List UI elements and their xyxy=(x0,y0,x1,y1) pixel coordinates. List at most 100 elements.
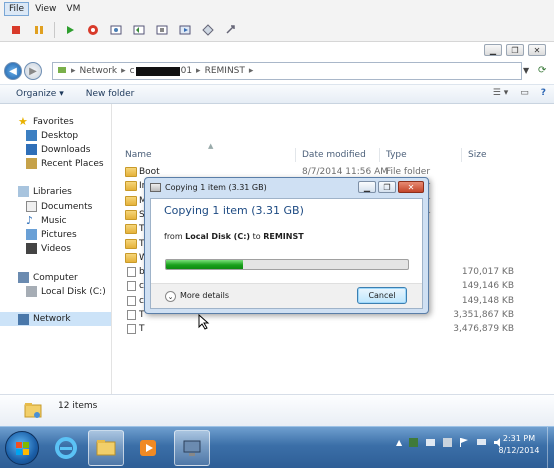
destination-location[interactable]: REMINST xyxy=(263,232,303,241)
column-divider[interactable] xyxy=(295,148,296,162)
dialog-minimize-button[interactable]: ▁ xyxy=(358,181,376,193)
to-word: to xyxy=(252,232,261,241)
ctrl-alt-del-icon[interactable] xyxy=(177,22,193,38)
change-view-icon[interactable]: ☰ ▾ xyxy=(493,88,508,98)
share-icon[interactable] xyxy=(223,22,239,38)
maximize-button[interactable]: ❐ xyxy=(506,44,524,56)
taskbar: ▲ 2:31 PM 8/12/2014 xyxy=(0,426,554,468)
nav-libraries[interactable]: Libraries xyxy=(18,186,72,197)
address-bar[interactable]: ▸ Network ▸ c 01 ▸ REMINST ▸ xyxy=(52,62,522,80)
snapshot-manager-icon[interactable] xyxy=(154,22,170,38)
security-icon[interactable] xyxy=(442,437,453,448)
pause-icon[interactable] xyxy=(31,22,47,38)
play-icon[interactable] xyxy=(62,22,78,38)
stop-icon[interactable] xyxy=(8,22,24,38)
system-clock[interactable]: 2:31 PM 8/12/2014 xyxy=(494,433,544,457)
cancel-button[interactable]: Cancel xyxy=(357,287,407,304)
organize-label: Organize xyxy=(16,89,57,99)
vertical-scrollbar[interactable] xyxy=(541,104,554,394)
nav-videos-label: Videos xyxy=(41,243,71,254)
nav-pictures[interactable]: Pictures xyxy=(26,229,77,240)
column-divider[interactable] xyxy=(379,148,380,162)
revert-icon[interactable] xyxy=(131,22,147,38)
nav-desktop[interactable]: Desktop xyxy=(26,130,78,141)
minimize-button[interactable]: ▁ xyxy=(484,44,502,56)
system-tray: ▲ xyxy=(396,437,504,448)
column-header-size[interactable]: Size xyxy=(468,150,486,160)
snapshot-icon[interactable] xyxy=(108,22,124,38)
breadcrumb-server[interactable]: c xyxy=(130,66,135,76)
dialog-maximize-button[interactable]: ❐ xyxy=(378,181,396,193)
nav-computer-label: Computer xyxy=(33,272,78,283)
nav-documents[interactable]: Documents xyxy=(26,201,92,212)
file-name: Boot xyxy=(139,167,160,177)
column-header-date[interactable]: Date modified xyxy=(302,150,366,160)
taskbar-file-explorer[interactable] xyxy=(88,430,124,466)
preview-pane-icon[interactable]: ▭ xyxy=(520,88,529,98)
nav-local-disk-label: Local Disk (C:) xyxy=(41,286,106,297)
flag-icon[interactable] xyxy=(459,437,470,448)
nav-desktop-label: Desktop xyxy=(41,130,79,141)
address-dropdown-icon[interactable]: ▼ xyxy=(523,66,529,75)
explorer-title-bar: ▁ ❐ ✕ xyxy=(0,42,554,58)
dialog-footer: ⌄ More details Cancel xyxy=(151,283,422,308)
help-icon[interactable]: ? xyxy=(541,88,546,98)
breadcrumb-reminst[interactable]: REMINST xyxy=(205,66,245,76)
copy-dialog-icon xyxy=(150,183,161,192)
clock-time: 2:31 PM xyxy=(502,434,536,443)
taskbar-media-player[interactable] xyxy=(130,430,166,466)
nav-favorites[interactable]: ★ Favorites xyxy=(18,116,74,127)
nav-local-disk[interactable]: Local Disk (C:) xyxy=(26,286,106,297)
new-folder-button[interactable]: New folder xyxy=(86,89,135,99)
copy-progress-dialog: Copying 1 item (3.31 GB) ▁ ❐ ✕ Copying 1… xyxy=(144,177,429,314)
nav-libraries-label: Libraries xyxy=(33,186,72,197)
nav-network[interactable]: Network xyxy=(0,312,111,326)
nav-computer[interactable]: Computer xyxy=(18,272,78,283)
nav-downloads[interactable]: Downloads xyxy=(26,144,90,155)
clock-date: 8/12/2014 xyxy=(498,446,540,455)
source-location[interactable]: Local Disk (C:) xyxy=(185,232,250,241)
copy-source-dest: from Local Disk (C:) to REMINST xyxy=(164,232,304,241)
taskbar-internet-explorer[interactable] xyxy=(48,430,84,466)
menu-vm[interactable]: VM xyxy=(62,3,84,15)
menu-view[interactable]: View xyxy=(31,3,60,15)
refresh-icon[interactable]: ⟳ xyxy=(538,65,546,76)
more-details-toggle[interactable]: More details xyxy=(180,291,229,300)
menu-file[interactable]: File xyxy=(4,2,30,16)
dialog-close-button[interactable]: ✕ xyxy=(398,181,424,193)
file-size: 170,017 KB xyxy=(461,267,514,278)
network-location-icon xyxy=(57,65,67,78)
organize-button[interactable]: Organize ▾ xyxy=(16,89,64,99)
folder-icon xyxy=(125,209,137,220)
nav-music[interactable]: ♪ Music xyxy=(26,215,67,226)
taskbar-network-computer[interactable] xyxy=(174,430,210,466)
column-divider[interactable] xyxy=(461,148,462,162)
close-button[interactable]: ✕ xyxy=(528,44,546,56)
back-button[interactable]: ◀ xyxy=(4,62,22,80)
forward-button[interactable]: ▶ xyxy=(24,62,42,80)
downloads-icon xyxy=(26,144,37,155)
toolbar-divider xyxy=(54,21,55,38)
breadcrumb-server-suffix[interactable]: 01 xyxy=(181,66,192,76)
table-row[interactable]: T 3,476,879 KB xyxy=(113,323,533,337)
show-hidden-icons[interactable]: ▲ xyxy=(396,438,402,447)
network-tray-icon[interactable] xyxy=(425,437,436,448)
nav-videos[interactable]: Videos xyxy=(26,243,71,254)
column-header-name[interactable]: Name xyxy=(125,150,152,160)
enhanced-session-icon[interactable] xyxy=(200,22,216,38)
action-center-icon[interactable] xyxy=(408,437,419,448)
monitor-icon[interactable] xyxy=(476,437,487,448)
reset-icon[interactable] xyxy=(85,22,101,38)
start-button[interactable] xyxy=(5,431,39,465)
file-icon xyxy=(127,310,136,320)
chevron-down-icon[interactable]: ⌄ xyxy=(165,291,176,302)
column-header-type[interactable]: Type xyxy=(386,150,407,160)
recent-places-icon xyxy=(26,158,37,169)
nav-recent-places[interactable]: Recent Places xyxy=(26,158,104,169)
show-desktop-button[interactable] xyxy=(547,427,554,468)
nav-network-label: Network xyxy=(33,314,71,324)
redacted-server-name xyxy=(135,66,180,76)
breadcrumb-network[interactable]: Network xyxy=(80,66,118,76)
address-row: ◀ ▶ ▸ Network ▸ c 01 ▸ REMINST ▸ ▼ ⟳ xyxy=(0,58,554,84)
nav-pictures-label: Pictures xyxy=(41,229,77,240)
